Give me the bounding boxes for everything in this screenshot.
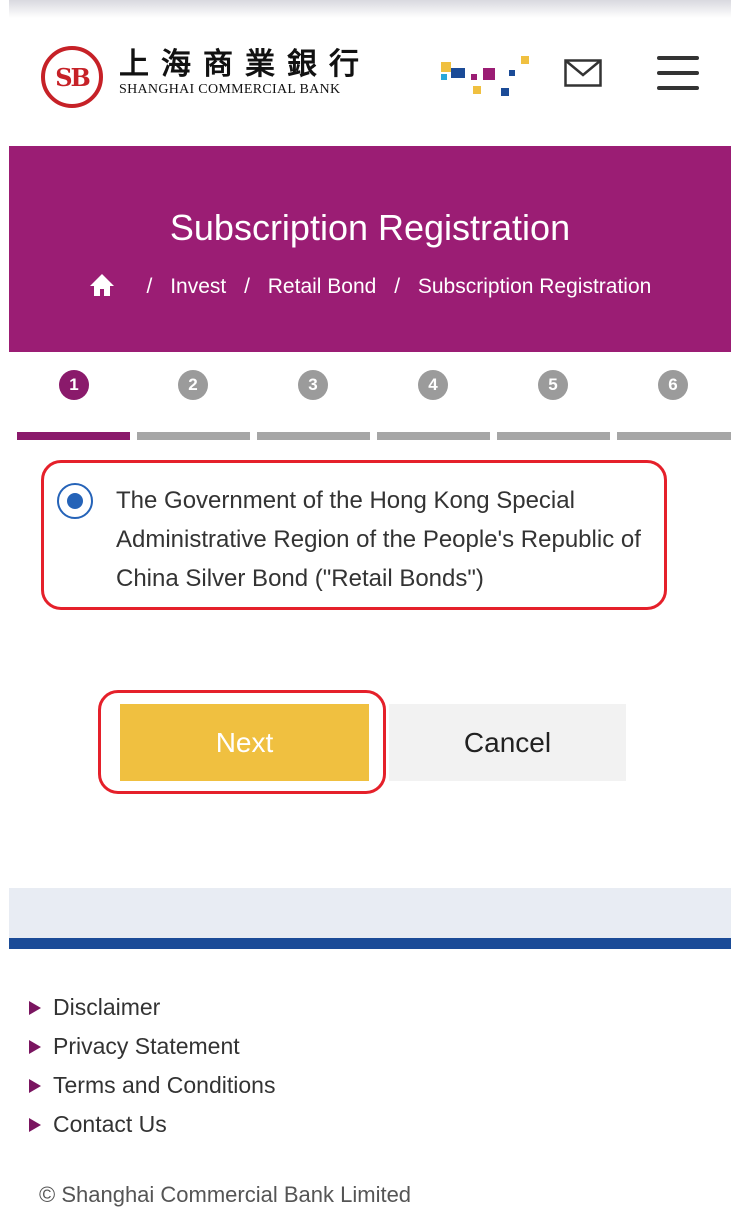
footer-link-terms[interactable]: Terms and Conditions — [29, 1066, 275, 1105]
triangle-right-icon — [29, 1000, 41, 1015]
step-5: 5 — [538, 370, 568, 400]
step-bar-4 — [377, 432, 490, 440]
bond-option-radio[interactable] — [57, 483, 93, 519]
triangle-right-icon — [29, 1117, 41, 1132]
step-bar-3 — [257, 432, 370, 440]
triangle-right-icon — [29, 1039, 41, 1054]
home-icon[interactable] — [89, 273, 115, 297]
logo-text[interactable]: 上海商業銀行 SHANGHAI COMMERCIAL BANK — [119, 48, 371, 98]
footer-links: Disclaimer Privacy Statement Terms and C… — [29, 988, 275, 1144]
mail-icon[interactable] — [564, 59, 602, 87]
footer-link-label: Disclaimer — [53, 994, 161, 1020]
step-bar-5 — [497, 432, 610, 440]
page-title: Subscription Registration — [169, 207, 571, 248]
breadcrumb-retail-bond[interactable]: Retail Bond — [268, 272, 377, 302]
footer-link-privacy[interactable]: Privacy Statement — [29, 1027, 275, 1066]
logo-monogram: SB — [41, 46, 103, 108]
header-shadow — [9, 0, 731, 18]
breadcrumb-separator: / — [244, 275, 250, 299]
page-banner: Subscription Registration / Invest / Ret… — [9, 146, 731, 352]
footer-link-label: Contact Us — [53, 1111, 167, 1137]
triangle-right-icon — [29, 1078, 41, 1093]
pixel-brand-icon — [427, 56, 529, 96]
site-header: SB 上海商業銀行 SHANGHAI COMMERCIAL BANK — [9, 0, 731, 146]
left-edge — [0, 0, 9, 1230]
copyright: © Shanghai Commercial Bank Limited — [39, 1182, 412, 1207]
bank-logo-icon[interactable]: SB — [41, 44, 121, 110]
step-6: 6 — [658, 370, 688, 400]
footer-link-label: Privacy Statement — [53, 1033, 240, 1059]
footer-link-contact[interactable]: Contact Us — [29, 1105, 275, 1144]
step-bar-1 — [17, 432, 130, 440]
step-4: 4 — [418, 370, 448, 400]
footer-link-disclaimer[interactable]: Disclaimer — [29, 988, 275, 1027]
cancel-button[interactable]: Cancel — [389, 704, 626, 781]
breadcrumb-separator: / — [146, 275, 153, 299]
step-3: 3 — [298, 370, 328, 400]
breadcrumb: / Invest / Retail Bond / Subscription Re… — [9, 272, 731, 302]
breadcrumb-invest[interactable]: Invest — [170, 272, 226, 302]
menu-icon[interactable] — [657, 56, 699, 90]
bond-option-label[interactable]: The Government of the Hong Kong Special … — [116, 481, 686, 598]
logo-chinese-name: 上海商業銀行 — [119, 47, 371, 82]
breadcrumb-current: Subscription Registration — [417, 275, 652, 299]
step-bar-2 — [137, 432, 250, 440]
page: SB 上海商業銀行 SHANGHAI COMMERCIAL BANK Subsc… — [9, 0, 731, 1230]
breadcrumb-separator: / — [394, 275, 401, 299]
footer-band — [9, 888, 731, 938]
step-indicator: 1 2 3 4 5 6 — [9, 352, 731, 440]
step-1: 1 — [59, 370, 89, 400]
logo-english-name: SHANGHAI COMMERCIAL BANK — [119, 82, 341, 97]
next-button[interactable]: Next — [120, 704, 369, 781]
footer-link-label: Terms and Conditions — [53, 1072, 276, 1098]
step-2: 2 — [178, 370, 208, 400]
footer-divider — [9, 938, 731, 949]
step-bar-6 — [617, 432, 731, 440]
